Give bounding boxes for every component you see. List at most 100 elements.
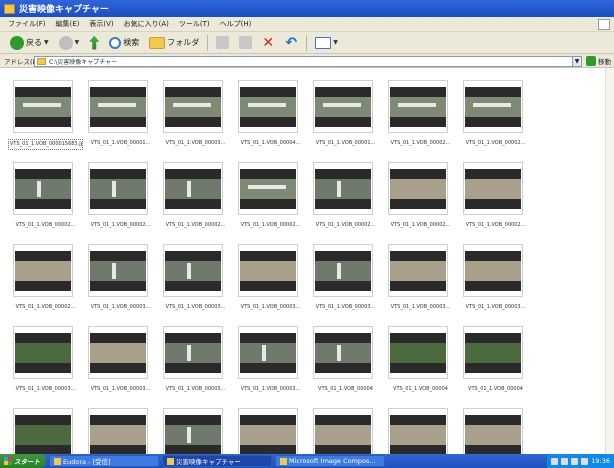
thumbnail-frame [463,162,523,215]
file-name-label: VTS_01_1.VOB_00004 [318,386,373,392]
thumbnail-frame [388,162,448,215]
toolbar: 戻る ▼ ▼ 検索 フォルダ ✕ ↶ ▼ [0,32,614,54]
aerial-photo-image [465,415,521,454]
thumbnail-frame [238,162,298,215]
tray-icon[interactable] [581,457,589,465]
aerial-photo-image [15,169,71,209]
photo-band [465,97,521,117]
address-input[interactable]: C:\災害映像キャプチャー [34,56,582,67]
photo-band [165,117,221,127]
up-folder-button[interactable] [87,34,101,52]
start-label: スタート [14,458,40,466]
vertical-scrollbar[interactable] [605,68,614,454]
aerial-photo-image [390,415,446,454]
photo-band [465,343,521,363]
photo-band [165,445,221,454]
file-name-label: VTS_01_1.VOB_00002... [90,222,151,228]
aerial-photo-image [165,415,221,454]
menu-tools[interactable]: ツール(T) [179,19,210,29]
photo-band [315,87,371,97]
photo-band [240,415,296,425]
photo-band [315,199,371,209]
taskbar: スタート Eudora - [受信] 災害映像キャプチャー Microsoft … [0,454,614,468]
folder-icon [167,457,174,465]
folders-button[interactable]: フォルダ [147,34,201,52]
photo-band [465,117,521,127]
copy-to-button[interactable] [237,34,254,52]
thumbnail-frame [463,326,523,379]
file-name-label: VTS_01_1.VOB_00002... [240,222,301,228]
menu-edit[interactable]: 編集(E) [56,19,80,29]
photo-band [465,87,521,97]
menu-favorites[interactable]: お気に入り(A) [124,19,169,29]
menu-view[interactable]: 表示(V) [89,19,113,29]
photo-band [90,343,146,363]
aerial-photo-image [315,87,371,127]
aerial-photo-image [90,87,146,127]
task-eudora[interactable]: Eudora - [受信] [49,455,159,467]
move-to-button[interactable] [214,34,231,52]
delete-button[interactable]: ✕ [260,34,276,52]
thumbnail-frame [238,408,298,454]
start-button[interactable]: スタート [0,454,46,468]
thumbnail-frame [88,244,148,297]
photo-band [90,261,146,281]
photo-band [15,281,71,291]
aerial-photo-image [90,415,146,454]
file-name-label: VTS_01_1.VOB_00002... [465,222,526,228]
thumbnail-frame [163,244,223,297]
photo-band [15,343,71,363]
thumbnail-frame [163,408,223,454]
photo-band [240,199,296,209]
photo-band [165,333,221,343]
photo-band [165,179,221,199]
search-button[interactable]: 検索 [107,34,141,52]
photo-band [90,169,146,179]
photo-band [390,251,446,261]
file-name-label: VTS_01_1.VOB_00003... [240,304,301,310]
thumbnail-frame [313,326,373,379]
thumbnail-frame [88,162,148,215]
go-button[interactable]: 移動 [586,56,611,66]
tray-icon[interactable] [551,457,559,465]
photo-band [240,261,296,281]
photo-band [315,425,371,445]
photo-band [315,363,371,373]
file-name-label: VTS_01_1.VOB_000015683.jpg [8,139,83,150]
photo-band [15,445,71,454]
undo-button[interactable]: ↶ [282,34,300,52]
photo-band [90,87,146,97]
address-dropdown-button[interactable]: ▼ [572,56,582,67]
thumbnail-frame [88,408,148,454]
folder-icon [149,36,166,49]
aerial-photo-image [315,169,371,209]
back-button[interactable]: 戻る ▼ [8,34,51,52]
file-name-label: VTS_01_1.VOB_00003... [15,386,76,392]
task-explorer[interactable]: 災害映像キャプチャー [162,455,272,467]
menu-file[interactable]: ファイル(F) [8,19,46,29]
photo-band [165,281,221,291]
photo-band [390,343,446,363]
photo-band [240,117,296,127]
aerial-photo-image [165,169,221,209]
thumbnail-frame [163,80,223,133]
tray-icon[interactable] [561,457,569,465]
file-name-label: VTS_01_1.VOB_00002... [390,222,451,228]
forward-button[interactable]: ▼ [57,34,82,52]
aerial-photo-image [240,251,296,291]
photo-band [315,445,371,454]
photo-band [315,179,371,199]
photo-band [465,363,521,373]
photo-band [240,179,296,199]
menu-help[interactable]: ヘルプ(H) [220,19,252,29]
folders-label: フォルダ [167,38,200,47]
photo-band [165,87,221,97]
thumbnail-frame [163,162,223,215]
photo-band [465,251,521,261]
task-image-composer[interactable]: Microsoft Image Compos... [275,455,385,467]
title-bar[interactable]: 災害映像キャプチャー [0,0,614,17]
move-to-icon [216,36,230,49]
thumbnail-frame [238,244,298,297]
tray-icon[interactable] [571,457,579,465]
views-button[interactable]: ▼ [313,34,340,52]
